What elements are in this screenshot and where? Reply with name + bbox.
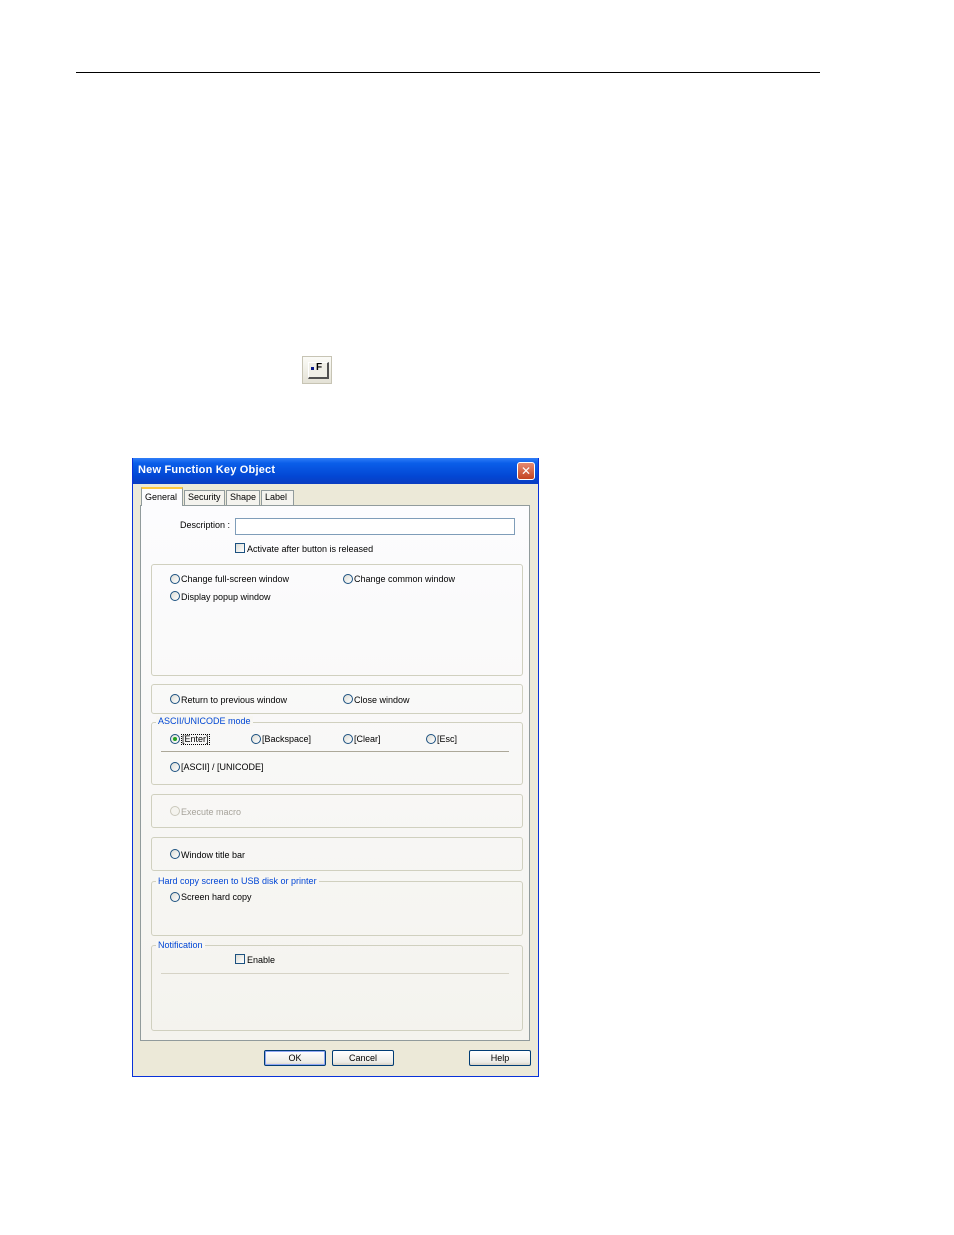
execute-macro-label: Execute macro xyxy=(181,807,242,817)
activate-after-release-checkbox[interactable] xyxy=(235,543,245,553)
function-key-icon-dot xyxy=(311,367,314,370)
close-icon[interactable]: ✕ xyxy=(517,462,535,480)
general-tab-panel: Description : Activate after button is r… xyxy=(140,505,530,1041)
ok-button[interactable]: OK xyxy=(264,1050,326,1066)
screen-hard-copy-label: Screen hard copy xyxy=(181,892,252,902)
backspace-radio[interactable] xyxy=(251,734,261,744)
tab-general[interactable]: General xyxy=(141,487,183,506)
function-key-icon-face: F xyxy=(308,362,329,379)
notification-enable-checkbox[interactable] xyxy=(235,954,245,964)
esc-radio[interactable] xyxy=(426,734,436,744)
ascii-unicode-label: [ASCII] / [UNICODE] xyxy=(181,762,264,772)
close-window-radio[interactable] xyxy=(343,694,353,704)
display-popup-radio[interactable] xyxy=(170,591,180,601)
ascii-unicode-group xyxy=(151,722,523,785)
cancel-button[interactable]: Cancel xyxy=(332,1050,394,1066)
function-key-icon[interactable]: F xyxy=(302,356,332,384)
return-previous-label: Return to previous window xyxy=(181,695,288,705)
ascii-divider xyxy=(161,751,509,752)
function-key-dialog: New Function Key Object ✕ General Securi… xyxy=(132,458,539,1077)
change-common-window-label: Change common window xyxy=(354,574,456,584)
tab-security[interactable]: Security xyxy=(184,490,225,505)
window-title-bar-label: Window title bar xyxy=(181,850,246,860)
tab-label[interactable]: Label xyxy=(261,490,294,505)
function-key-icon-letter: F xyxy=(316,362,323,373)
backspace-label: [Backspace] xyxy=(262,734,312,744)
hard-copy-legend: Hard copy screen to USB disk or printer xyxy=(156,876,319,886)
esc-label: [Esc] xyxy=(437,734,458,744)
dialog-title: New Function Key Object xyxy=(138,464,276,476)
notification-enable-label: Enable xyxy=(247,955,276,965)
change-common-window-radio[interactable] xyxy=(343,574,353,584)
screen-hard-copy-radio[interactable] xyxy=(170,892,180,902)
return-previous-radio[interactable] xyxy=(170,694,180,704)
notification-legend: Notification xyxy=(156,940,205,950)
clear-radio[interactable] xyxy=(343,734,353,744)
description-label: Description : xyxy=(180,520,231,530)
page-header-rule xyxy=(76,72,820,73)
enter-radio[interactable] xyxy=(170,734,180,744)
clear-label: [Clear] xyxy=(354,734,381,744)
ascii-unicode-radio[interactable] xyxy=(170,762,180,772)
activate-after-release-label: Activate after button is released xyxy=(247,544,374,554)
help-button[interactable]: Help xyxy=(469,1050,531,1066)
notification-group xyxy=(151,945,523,1031)
enter-label: [Enter] xyxy=(181,734,210,745)
display-popup-label: Display popup window xyxy=(181,592,271,602)
close-window-label: Close window xyxy=(354,695,410,705)
change-full-screen-label: Change full-screen window xyxy=(181,574,290,584)
ascii-unicode-legend: ASCII/UNICODE mode xyxy=(156,716,253,726)
execute-macro-radio xyxy=(170,806,180,816)
description-input[interactable] xyxy=(235,518,515,535)
dialog-titlebar[interactable]: New Function Key Object ✕ xyxy=(133,458,538,484)
change-full-screen-radio[interactable] xyxy=(170,574,180,584)
hard-copy-group xyxy=(151,881,523,936)
window-title-bar-radio[interactable] xyxy=(170,849,180,859)
tab-shape[interactable]: Shape xyxy=(226,490,260,505)
notification-divider xyxy=(161,973,509,974)
